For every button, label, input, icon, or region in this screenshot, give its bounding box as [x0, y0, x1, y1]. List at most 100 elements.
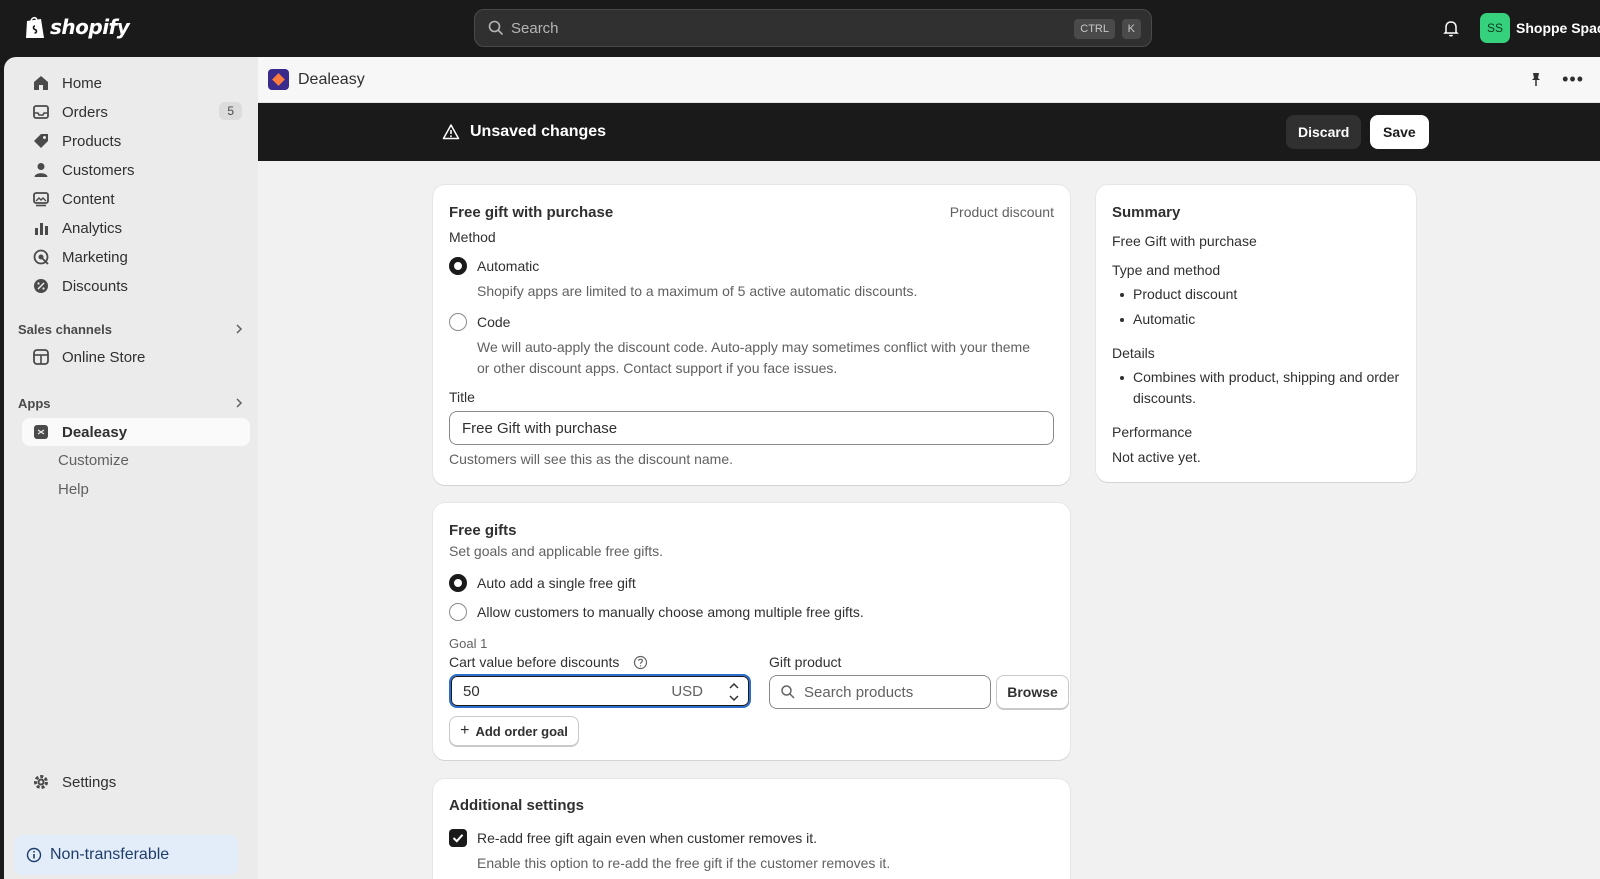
sidebar-item-home[interactable]: Home [22, 69, 250, 97]
shortcut-ctrl-key: CTRL [1074, 19, 1115, 39]
content-icon [33, 192, 49, 207]
plus-icon: + [460, 722, 470, 739]
sidebar-item-orders[interactable]: Orders 5 [22, 98, 250, 126]
global-search[interactable]: Search CTRL K [474, 9, 1152, 47]
sidebar-item-online-store[interactable]: Online Store [22, 343, 250, 371]
readd-gift-checkbox[interactable] [449, 829, 467, 847]
method-automatic-help: Shopify apps are limited to a maximum of… [477, 283, 918, 299]
manual-choose-gift-radio[interactable] [449, 603, 467, 621]
summary-type-item: Automatic [1112, 309, 1402, 330]
chevron-right-icon [236, 398, 243, 408]
additional-settings-title: Additional settings [449, 797, 584, 814]
warning-icon [442, 124, 460, 140]
sidebar-subitem-help[interactable]: Help [58, 481, 89, 498]
method-automatic-radio[interactable] [449, 257, 467, 275]
save-button[interactable]: Save [1370, 115, 1429, 149]
browse-button-label: Browse [1007, 684, 1058, 700]
summary-details-list: Combines with product, shipping and orde… [1112, 367, 1402, 413]
sidebar-item-customers[interactable]: Customers [22, 156, 250, 184]
readd-gift-help: Enable this option to re-add the free gi… [477, 855, 891, 871]
unsaved-changes-text: Unsaved changes [470, 123, 607, 140]
sidebar-item-label: Content [62, 190, 115, 208]
sidebar-item-products[interactable]: Products [22, 127, 250, 155]
store-menu[interactable]: SS Shoppe Space [1480, 13, 1600, 43]
add-order-goal-button[interactable]: + Add order goal [449, 716, 579, 746]
search-icon [488, 20, 504, 36]
app-header: Dealeasy ••• [258, 57, 1600, 103]
browse-button[interactable]: Browse [996, 675, 1069, 709]
app-title: Dealeasy [268, 69, 365, 90]
sidebar-item-label: Home [62, 74, 103, 92]
sidebar-item-marketing[interactable]: Marketing [22, 243, 250, 271]
discard-button[interactable]: Discard [1286, 115, 1362, 149]
sidebar-item-settings[interactable]: Settings [22, 768, 250, 796]
summary-details-item: Combines with product, shipping and orde… [1112, 367, 1402, 409]
additional-settings-card: Additional settings Re-add free gift aga… [433, 779, 1070, 879]
title-field-label: Title [449, 389, 475, 405]
sales-channels-section[interactable]: Sales channels [18, 317, 250, 341]
sidebar-item-label: Online Store [62, 348, 146, 366]
discount-icon [34, 279, 48, 293]
sidebar-item-label: Marketing [62, 248, 128, 266]
summary-performance-value: Not active yet. [1112, 449, 1201, 465]
shopify-logo[interactable]: shopify [24, 14, 130, 40]
sidebar-item-analytics[interactable]: Analytics [22, 214, 250, 242]
summary-discount-name: Free Gift with purchase [1112, 233, 1257, 249]
unsaved-changes-bar: Unsaved changes Discard Save [258, 103, 1600, 161]
goal-label: Goal 1 [449, 636, 488, 651]
summary-title: Summary [1112, 204, 1181, 221]
readd-gift-label[interactable]: Re-add free gift again even when custome… [477, 830, 817, 846]
orders-count-badge: 5 [219, 102, 242, 120]
top-bar: shopify Search CTRL K SS Shoppe Space [0, 0, 1600, 57]
sidebar-item-dealeasy[interactable]: Dealeasy [22, 418, 250, 446]
sidebar-item-label: Analytics [62, 219, 123, 237]
sidebar-item-label: Products [62, 132, 122, 150]
cart-value-input-value: 50 [463, 682, 480, 700]
apps-label: Apps [18, 395, 51, 411]
dealeasy-app-icon [34, 425, 48, 439]
cart-value-label: Cart value before discounts [449, 654, 620, 670]
currency-suffix: USD [671, 683, 703, 700]
bar-chart-icon [35, 223, 48, 235]
store-name: Shoppe Space [1516, 20, 1600, 36]
method-code-help-line2: or other discount apps. Contact support … [477, 360, 838, 376]
manual-choose-gift-label[interactable]: Allow customers to manually choose among… [477, 604, 864, 620]
free-gifts-subtitle: Set goals and applicable free gifts. [449, 543, 664, 559]
tag-icon [34, 134, 48, 148]
method-code-label[interactable]: Code [477, 314, 510, 330]
bell-icon[interactable] [1441, 18, 1461, 38]
pin-icon[interactable] [1528, 71, 1544, 87]
apps-section[interactable]: Apps [18, 391, 250, 415]
method-code-radio[interactable] [449, 313, 467, 331]
search-products-input[interactable]: Search products [769, 675, 991, 709]
title-input[interactable]: Free Gift with purchase [449, 411, 1054, 445]
discount-settings-card: Free gift with purchase Product discount… [433, 185, 1070, 485]
gift-product-label: Gift product [769, 654, 842, 670]
summary-details-heading: Details [1112, 345, 1155, 361]
method-automatic-label[interactable]: Automatic [477, 258, 539, 274]
auto-add-gift-radio[interactable] [449, 574, 467, 592]
title-input-value: Free Gift with purchase [462, 419, 618, 437]
sidebar-subitem-customize[interactable]: Customize [58, 452, 129, 469]
more-actions-icon[interactable]: ••• [1562, 69, 1584, 90]
non-transferable-banner[interactable]: Non-transferable [14, 835, 238, 875]
sidebar-item-label: Settings [62, 773, 117, 791]
auto-add-gift-label[interactable]: Auto add a single free gift [477, 575, 636, 591]
cart-value-input[interactable]: 50 USD [449, 674, 751, 708]
gear-icon [34, 775, 48, 789]
store-avatar: SS [1480, 13, 1510, 43]
sidebar-item-content[interactable]: Content [22, 185, 250, 213]
home-icon [34, 76, 48, 90]
discount-card-title: Free gift with purchase [449, 204, 614, 221]
sidebar: Home Orders 5 Products Customers Content… [4, 57, 258, 879]
unsaved-changes-message: Unsaved changes [442, 123, 606, 141]
number-stepper-icon[interactable] [727, 679, 741, 705]
summary-performance-heading: Performance [1112, 424, 1193, 440]
shortcut-k-key: K [1121, 19, 1141, 39]
method-label: Method [449, 229, 496, 245]
non-transferable-label: Non-transferable [50, 846, 170, 863]
dealeasy-logo-icon [268, 69, 289, 90]
sidebar-item-discounts[interactable]: Discounts [22, 272, 250, 300]
discount-type-label: Product discount [949, 204, 1054, 220]
help-question-icon[interactable] [633, 655, 648, 670]
